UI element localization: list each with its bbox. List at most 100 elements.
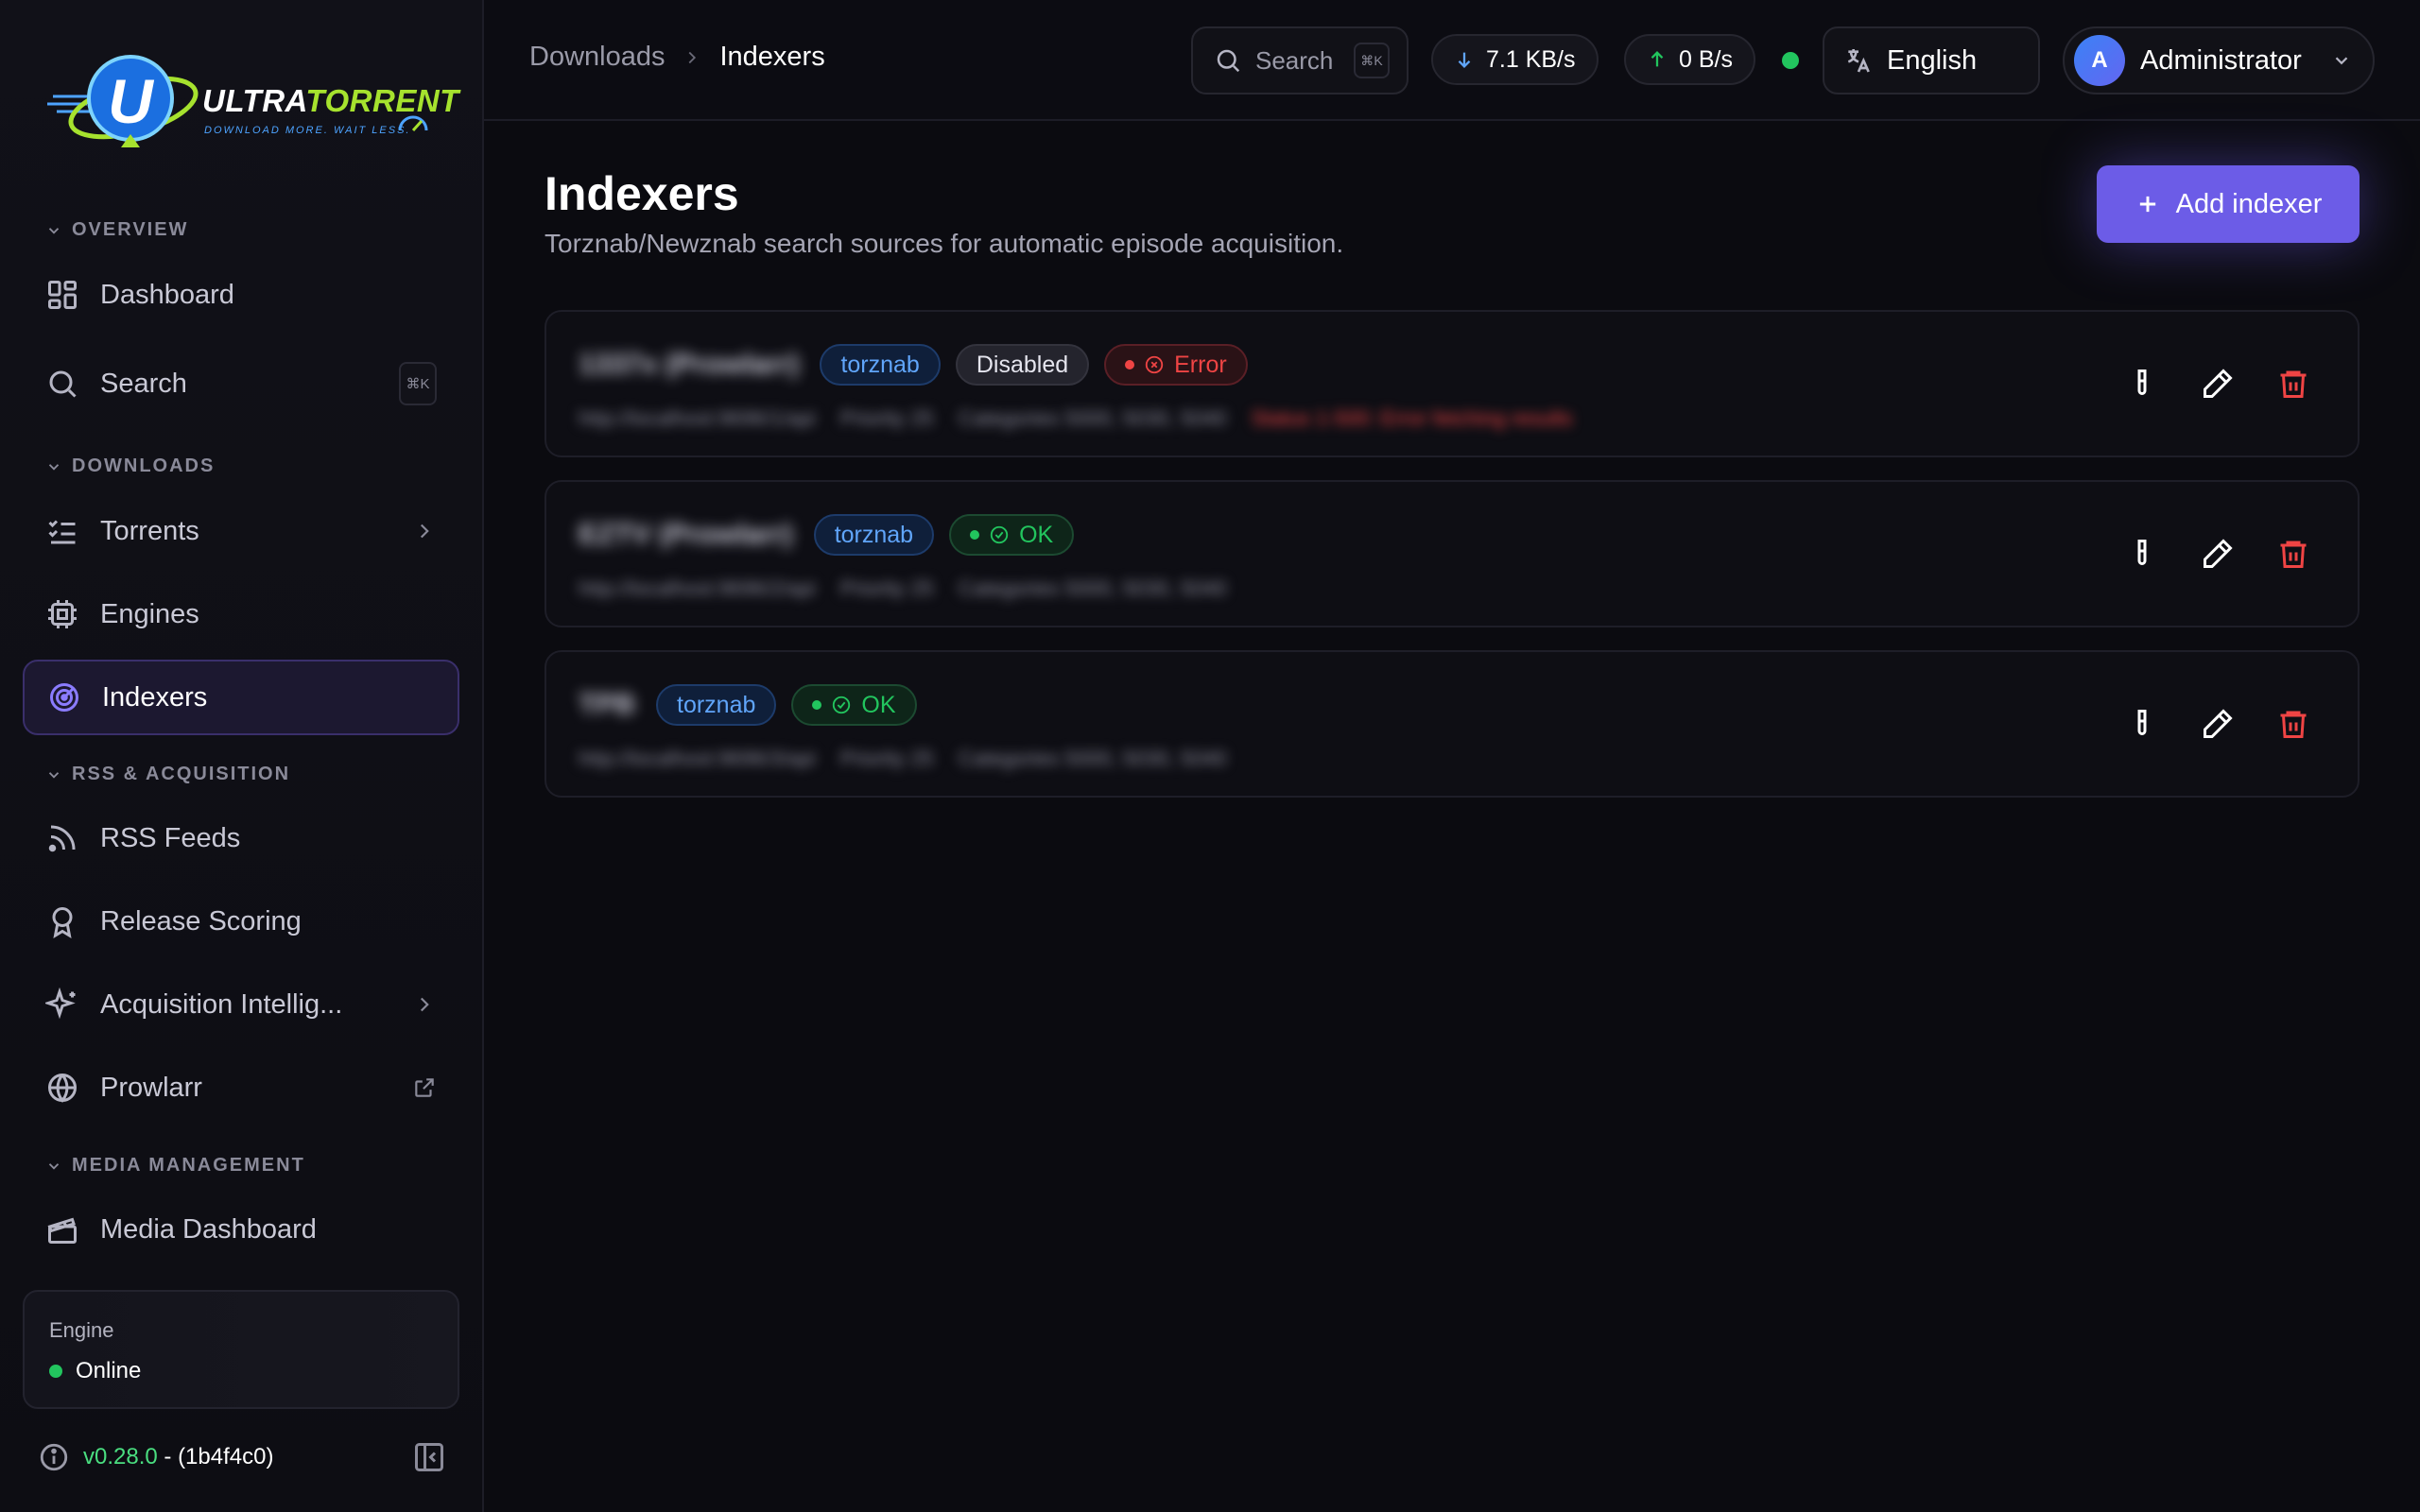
indexer-categories: Categories 5000, 5030, 5040: [958, 747, 1227, 770]
engine-status-card: Engine Online: [23, 1290, 459, 1409]
indexer-actions: [2125, 537, 2310, 571]
sidebar-item-label: Acquisition Intellig...: [100, 988, 343, 1020]
indexer-categories: Categories 5000, 5030, 5040: [958, 576, 1227, 600]
sidebar-item-label: Indexers: [102, 681, 208, 713]
status-badge: OK: [791, 684, 917, 726]
test-tube-icon[interactable]: [2125, 707, 2159, 741]
pencil-icon[interactable]: [2201, 707, 2235, 741]
search-placeholder: Search: [1255, 45, 1334, 75]
breadcrumb: Downloads Indexers: [529, 42, 825, 73]
award-icon: [52, 907, 73, 938]
arrow-up-icon: [1651, 51, 1664, 67]
indexer-url: http://localhost:9696/1/api: [579, 406, 816, 430]
indexer-categories: Categories 5000, 5030, 5040: [958, 406, 1227, 430]
pencil-icon[interactable]: [2201, 367, 2235, 401]
status-text: OK: [861, 691, 896, 718]
rss-icon: [48, 825, 76, 852]
sidebar-item-rss-feeds[interactable]: RSS Feeds: [23, 800, 459, 876]
sidebar-item-label: Media Dashboard: [100, 1213, 317, 1245]
sidebar-item-dashboard[interactable]: Dashboard: [23, 257, 459, 333]
trash-icon[interactable]: [2276, 367, 2310, 401]
sparkles-icon: [45, 988, 76, 1020]
pencil-icon[interactable]: [2201, 537, 2235, 571]
sidebar-item-label: Torrents: [100, 515, 199, 546]
indexer-url: http://localhost:9696/3/api: [579, 747, 816, 770]
indexer-name[interactable]: TPB: [579, 689, 635, 721]
x-circle-icon: [1145, 355, 1164, 374]
cpu-icon: [48, 600, 77, 628]
sidebar-item-search[interactable]: Search ⌘K: [23, 346, 459, 421]
indexer-name[interactable]: EZTV (Prowlarr): [579, 519, 793, 551]
arrow-down-icon: [1458, 52, 1471, 68]
trash-icon[interactable]: [2276, 707, 2310, 741]
version-row: v0.28.0 - (1b4f4c0): [38, 1438, 446, 1476]
status-dot-icon: [1125, 360, 1135, 369]
version-build: - (1b4f4c0): [164, 1444, 274, 1469]
breadcrumb-downloads[interactable]: Downloads: [529, 42, 665, 73]
engine-status-text: Online: [76, 1358, 142, 1383]
language-selector[interactable]: English: [1823, 26, 2040, 94]
sidebar-item-acquisition-intelligence[interactable]: Acquisition Intellig...: [23, 967, 459, 1042]
chevron-down-icon: [48, 1162, 60, 1170]
logo[interactable]: U ULTRATORRENT DOWNLOAD MORE. WAIT LESS.: [43, 49, 458, 163]
add-indexer-label: Add indexer: [2175, 188, 2323, 219]
search-shortcut-badge: ⌘K: [1354, 43, 1390, 78]
section-overview[interactable]: OVERVIEW: [45, 219, 188, 241]
top-header: Downloads Indexers Search ⌘K 7.1 KB/s 0 …: [484, 0, 2420, 121]
section-downloads-label: DOWNLOADS: [72, 455, 216, 476]
clapperboard-icon: [47, 1217, 77, 1244]
sidebar-collapse-icon[interactable]: [412, 1440, 446, 1474]
engine-status: Online: [49, 1358, 141, 1384]
section-media[interactable]: MEDIA MANAGEMENT: [45, 1155, 305, 1177]
upload-speed-value: 0 B/s: [1679, 45, 1733, 73]
sidebar-item-release-scoring[interactable]: Release Scoring: [23, 884, 459, 959]
indexer-actions: [2125, 707, 2310, 741]
chevron-down-icon: [2335, 57, 2348, 65]
logo-mark-icon: U: [47, 55, 199, 147]
indexer-url: http://localhost:9696/2/api: [579, 576, 816, 600]
section-rss-label: RSS & ACQUISITION: [72, 764, 291, 784]
sidebar-item-label: Prowlarr: [100, 1072, 202, 1103]
external-link-icon: [415, 1078, 434, 1097]
sidebar-item-label: Search: [100, 368, 187, 399]
status-dot-icon: [49, 1365, 62, 1378]
dashboard-grid-icon: [48, 281, 77, 309]
protocol-badge: torznab: [656, 684, 777, 726]
section-media-label: MEDIA MANAGEMENT: [72, 1155, 305, 1176]
sidebar-item-prowlarr[interactable]: Prowlarr: [23, 1050, 459, 1125]
speed-gauge-icon: [398, 115, 428, 132]
download-speed-value: 7.1 KB/s: [1486, 45, 1576, 73]
sidebar-item-label: Dashboard: [100, 279, 234, 310]
test-tube-icon[interactable]: [2125, 367, 2159, 401]
test-tube-icon[interactable]: [2125, 537, 2159, 571]
disabled-badge: Disabled: [955, 344, 1090, 386]
sidebar-item-indexers[interactable]: Indexers: [23, 660, 459, 735]
check-circle-icon: [990, 525, 1009, 544]
user-menu[interactable]: A Administrator: [2063, 26, 2375, 94]
section-downloads[interactable]: DOWNLOADS: [45, 455, 215, 477]
global-search-button[interactable]: Search ⌘K: [1191, 26, 1409, 94]
chevron-down-icon: [48, 771, 60, 779]
translate-icon: [1847, 49, 1870, 73]
list-checks-icon: [48, 520, 76, 544]
status-badge: OK: [949, 514, 1075, 556]
sidebar-item-media-dashboard[interactable]: Media Dashboard: [23, 1192, 459, 1267]
section-overview-label: OVERVIEW: [72, 219, 189, 240]
chevron-right-icon: [420, 997, 429, 1012]
indexer-error: Status 1-500: Error fetching results: [1251, 406, 1573, 430]
trash-icon[interactable]: [2276, 537, 2310, 571]
section-rss[interactable]: RSS & ACQUISITION: [45, 764, 290, 785]
indexer-card: TPB torznab OK http://localhost:9696/3/a…: [544, 650, 2360, 798]
indexer-name[interactable]: 1337x (Prowlarr): [579, 349, 799, 381]
sidebar-item-torrents[interactable]: Torrents: [23, 493, 459, 569]
add-indexer-button[interactable]: Add indexer: [2097, 165, 2360, 243]
search-shortcut-badge: ⌘K: [399, 362, 437, 405]
search-icon: [1217, 49, 1240, 73]
chevron-right-icon: [420, 524, 429, 539]
page-subtitle: Torznab/Newznab search sources for autom…: [544, 229, 1344, 258]
sidebar-item-engines[interactable]: Engines: [23, 576, 459, 652]
info-icon[interactable]: [38, 1441, 70, 1473]
logo-tagline: DOWNLOAD MORE. WAIT LESS.: [204, 125, 411, 136]
breadcrumb-current: Indexers: [719, 42, 825, 72]
indexer-priority: Priority 25: [839, 576, 934, 600]
